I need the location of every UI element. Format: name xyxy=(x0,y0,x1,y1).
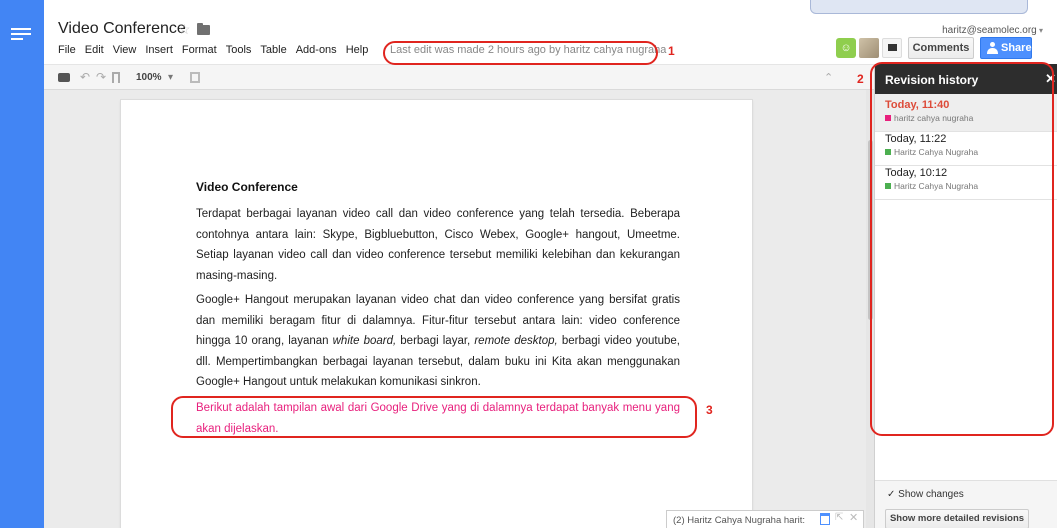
menu-insert[interactable]: Insert xyxy=(145,44,173,56)
comment-icon[interactable] xyxy=(190,72,200,83)
star-icon[interactable]: ☆ xyxy=(178,21,191,38)
account-email[interactable]: haritz@seamolec.org xyxy=(942,25,1043,36)
menu-file[interactable]: File xyxy=(58,44,76,56)
hangouts-icon[interactable]: ☺ xyxy=(836,38,856,58)
annotation-box-1 xyxy=(383,41,658,65)
collapse-icon[interactable]: ⌃ xyxy=(824,71,833,84)
chevron-down-icon[interactable]: ▾ xyxy=(168,72,173,83)
annotation-number-2: 2 xyxy=(857,72,864,86)
chat-icon[interactable] xyxy=(882,38,902,58)
menu-bar: File Edit View Insert Format Tools Table… xyxy=(58,44,377,56)
annotation-number-3: 3 xyxy=(706,403,713,417)
docs-menu-icon[interactable] xyxy=(11,28,31,44)
share-button[interactable]: Share xyxy=(980,37,1032,59)
menu-tools[interactable]: Tools xyxy=(226,44,252,56)
top-scrollbar[interactable] xyxy=(810,0,1028,14)
menu-addons[interactable]: Add-ons xyxy=(296,44,337,56)
docs-home-strip[interactable] xyxy=(0,0,44,528)
show-changes-checkbox[interactable]: ✓ Show changes xyxy=(887,489,964,500)
person-icon xyxy=(987,42,998,54)
zoom-select[interactable]: 100% xyxy=(136,72,162,83)
paint-format-icon[interactable] xyxy=(112,72,120,83)
menu-edit[interactable]: Edit xyxy=(85,44,104,56)
revision-footer: ✓ Show changes Show more detailed revisi… xyxy=(875,480,1057,528)
document-title[interactable]: Video Conference xyxy=(58,20,186,38)
show-detailed-revisions-button[interactable]: Show more detailed revisions xyxy=(885,509,1029,528)
toolbar: ↶ ↷ 100% ▾ ⌃ xyxy=(44,64,874,90)
popout-icon[interactable]: ⇱ xyxy=(835,512,843,523)
menu-view[interactable]: View xyxy=(113,44,137,56)
share-label: Share xyxy=(1001,42,1032,54)
annotation-box-3 xyxy=(171,396,697,438)
comments-button[interactable]: Comments xyxy=(908,37,974,59)
minimize-icon[interactable] xyxy=(820,513,830,525)
menu-table[interactable]: Table xyxy=(260,44,286,56)
paragraph-1: Terdapat berbagai layanan video call dan… xyxy=(196,208,680,282)
undo-icon[interactable]: ↶ xyxy=(80,70,90,84)
folder-icon[interactable] xyxy=(197,23,210,35)
document-heading: Video Conference xyxy=(196,180,298,194)
print-icon[interactable] xyxy=(58,73,70,82)
close-icon[interactable]: ✕ xyxy=(849,511,858,524)
redo-icon[interactable]: ↷ xyxy=(96,70,106,84)
annotation-box-2 xyxy=(870,62,1054,436)
document-page[interactable]: Video Conference Terdapat berbagai layan… xyxy=(121,100,752,528)
menu-help[interactable]: Help xyxy=(346,44,369,56)
paragraph-2: Google+ Hangout merupakan layanan video … xyxy=(196,294,680,388)
annotation-number-1: 1 xyxy=(668,44,675,58)
avatar[interactable] xyxy=(859,38,879,58)
menu-format[interactable]: Format xyxy=(182,44,217,56)
